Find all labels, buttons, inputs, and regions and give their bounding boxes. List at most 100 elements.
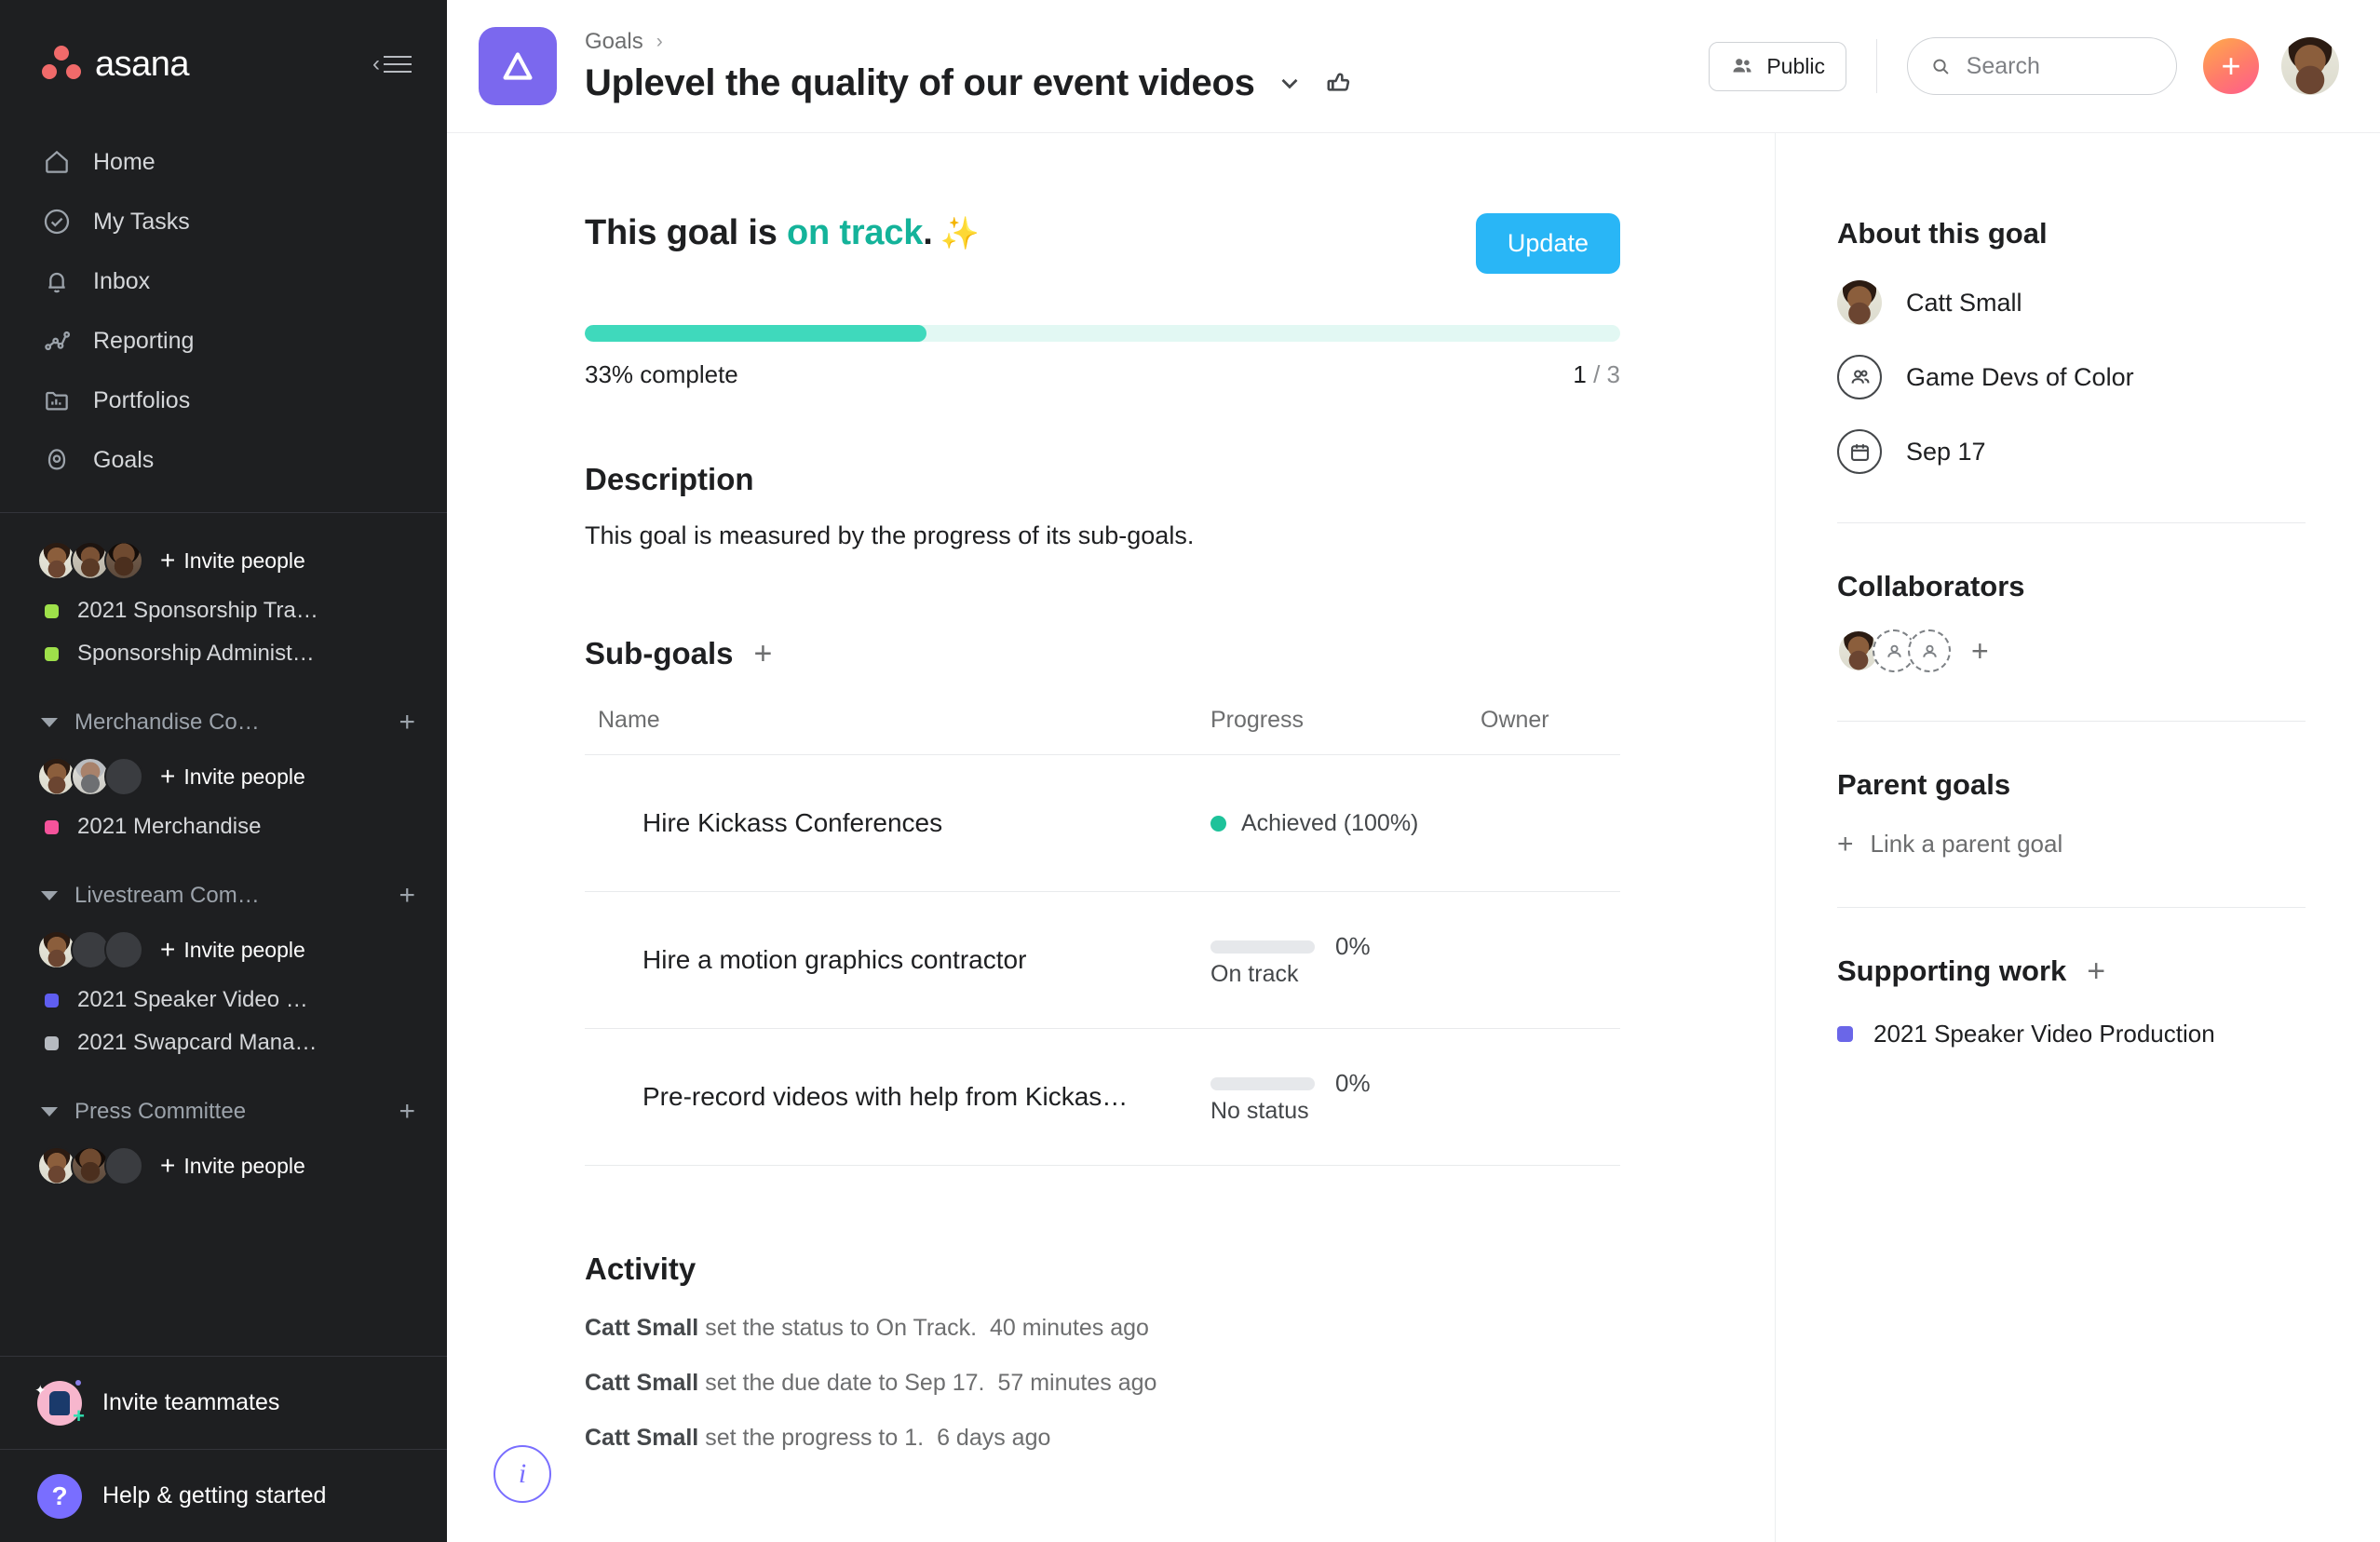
sidebar-project-sponsorship-administration[interactable]: Sponsorship Administ… bbox=[0, 632, 447, 675]
progress-track bbox=[585, 325, 1620, 342]
breadcrumb-separator-icon: › bbox=[656, 30, 663, 52]
sidebar-item-home[interactable]: Home bbox=[0, 132, 447, 192]
invite-teammates-label: Invite teammates bbox=[102, 1389, 280, 1415]
collapse-sidebar-button[interactable]: ‹ bbox=[372, 53, 412, 75]
table-row[interactable]: Hire a motion graphics contractor 0% On … bbox=[585, 892, 1620, 1029]
sidebar-item-reporting[interactable]: Reporting bbox=[0, 311, 447, 371]
invite-people-button[interactable]: + Invite people bbox=[160, 937, 305, 963]
title-line: Uplevel the quality of our event videos bbox=[585, 62, 1709, 104]
sidebar-item-goals[interactable]: Goals bbox=[0, 430, 447, 490]
team-icon bbox=[1837, 355, 1882, 399]
invite-people-button[interactable]: + Invite people bbox=[160, 548, 305, 574]
table-row[interactable]: Hire Kickass Conferences Achieved (100%) bbox=[585, 755, 1620, 892]
invite-people-button[interactable]: + Invite people bbox=[160, 764, 305, 790]
calendar-icon bbox=[1837, 429, 1882, 474]
bell-icon bbox=[41, 265, 73, 297]
create-button[interactable]: + bbox=[2203, 38, 2259, 94]
sidebar-item-label: Home bbox=[93, 148, 156, 175]
top-bar-actions: Public + bbox=[1709, 37, 2339, 95]
avatar-placeholder[interactable] bbox=[1908, 629, 1951, 672]
project-color-dot bbox=[45, 819, 59, 834]
about-this-goal-title: About this goal bbox=[1837, 217, 2048, 250]
collaborators-title: Collaborators bbox=[1837, 570, 2025, 602]
invite-people-label: Invite people bbox=[183, 937, 305, 962]
sidebar-team-press-committee[interactable]: Press Committee + bbox=[0, 1085, 447, 1137]
project-color-dot bbox=[45, 1035, 59, 1050]
subgoal-name: Hire a motion graphics contractor bbox=[642, 945, 1027, 974]
table-row[interactable]: Pre-record videos with help from Kickas…… bbox=[585, 1029, 1620, 1166]
invite-people-row[interactable]: + Invite people bbox=[0, 748, 447, 805]
collaborators-section: Collaborators + bbox=[1837, 570, 2306, 672]
supporting-work-item[interactable]: 2021 Speaker Video Production bbox=[1837, 1020, 2306, 1048]
sidebar-item-my-tasks[interactable]: My Tasks bbox=[0, 192, 447, 251]
sidebar-item-portfolios[interactable]: Portfolios bbox=[0, 371, 447, 430]
asana-logo[interactable]: asana bbox=[41, 44, 190, 85]
sidebar-team-livestream-committee[interactable]: Livestream Com… + bbox=[0, 869, 447, 921]
goal-details-panel: About this goal Catt Small Game Devs of … bbox=[1775, 133, 2380, 1542]
goal-detail-content: This goal is on track. ✨ Update 33% compl… bbox=[447, 133, 1695, 1452]
subgoals-title: Sub-goals bbox=[585, 636, 734, 670]
add-project-icon[interactable]: + bbox=[399, 882, 415, 910]
sparkles-icon: ✨ bbox=[940, 216, 980, 251]
goal-team-row[interactable]: Game Devs of Color bbox=[1837, 355, 2306, 399]
avatar-placeholder bbox=[104, 1146, 143, 1185]
chevron-down-icon[interactable] bbox=[1276, 69, 1304, 97]
caret-down-icon bbox=[41, 718, 58, 727]
update-button[interactable]: Update bbox=[1475, 213, 1620, 274]
sidebar-header: asana ‹ bbox=[0, 0, 447, 128]
sidebar-item-inbox[interactable]: Inbox bbox=[0, 251, 447, 311]
thumbs-up-icon[interactable] bbox=[1324, 68, 1354, 98]
sidebar-item-label: Inbox bbox=[93, 267, 151, 294]
goal-owner-name: Catt Small bbox=[1906, 288, 2022, 317]
title-block: Goals › Uplevel the quality of our event… bbox=[585, 29, 1709, 104]
sidebar-project-2021-sponsorship-tracking[interactable]: 2021 Sponsorship Tra… bbox=[0, 589, 447, 632]
activity-entry: Catt Small set the progress to 1. 6 days … bbox=[585, 1425, 1620, 1452]
project-color-dot bbox=[45, 646, 59, 661]
invite-teammates-button[interactable]: ✦ + Invite teammates bbox=[0, 1356, 447, 1449]
toolbar-divider bbox=[1876, 39, 1877, 93]
info-icon[interactable]: i bbox=[494, 1445, 551, 1503]
link-parent-goal-button[interactable]: + Link a parent goal bbox=[1837, 830, 2306, 859]
main-area: Goals › Uplevel the quality of our event… bbox=[447, 0, 2380, 1542]
breadcrumb-goals-link[interactable]: Goals bbox=[585, 29, 643, 55]
search-input[interactable] bbox=[1966, 52, 2154, 80]
invite-people-row[interactable]: + Invite people bbox=[0, 532, 447, 589]
subgoal-status-text: On track bbox=[1210, 961, 1299, 987]
goal-owner-row[interactable]: Catt Small bbox=[1837, 280, 2306, 325]
progress-numerator: 1 bbox=[1573, 360, 1587, 388]
activity-actor: Catt Small bbox=[585, 1315, 699, 1341]
add-project-icon[interactable]: + bbox=[399, 1098, 415, 1126]
body-area: This goal is on track. ✨ Update 33% compl… bbox=[447, 133, 2380, 1542]
sidebar-item-label: Goals bbox=[93, 446, 155, 473]
invite-people-row[interactable]: + Invite people bbox=[0, 1137, 447, 1195]
top-bar: Goals › Uplevel the quality of our event… bbox=[447, 0, 2380, 133]
help-button[interactable]: ? Help & getting started bbox=[0, 1449, 447, 1542]
add-subgoal-icon[interactable]: + bbox=[754, 638, 773, 670]
description-text[interactable]: This goal is measured by the progress of… bbox=[585, 521, 1620, 550]
sidebar-team-merchandise-committee[interactable]: Merchandise Co… + bbox=[0, 696, 447, 748]
profile-avatar[interactable] bbox=[2281, 37, 2339, 95]
privacy-badge[interactable]: Public bbox=[1709, 41, 1846, 91]
team-name: Merchandise Co… bbox=[74, 710, 260, 735]
progress-separator: / bbox=[1586, 360, 1607, 388]
project-color-dot bbox=[45, 993, 59, 1008]
plus-icon: + bbox=[160, 762, 176, 791]
invite-people-row[interactable]: + Invite people bbox=[0, 921, 447, 979]
sidebar-project-2021-speaker-video[interactable]: 2021 Speaker Video … bbox=[0, 979, 447, 1021]
invite-teammates-icon: ✦ + bbox=[34, 1379, 85, 1426]
invite-people-button[interactable]: + Invite people bbox=[160, 1153, 305, 1179]
sidebar-project-2021-merchandise[interactable]: 2021 Merchandise bbox=[0, 805, 447, 848]
add-collaborator-icon[interactable]: + bbox=[1971, 636, 1989, 666]
help-label: Help & getting started bbox=[102, 1482, 327, 1508]
link-parent-goal-label: Link a parent goal bbox=[1870, 830, 2063, 858]
sidebar-project-2021-swapcard-management[interactable]: 2021 Swapcard Mana… bbox=[0, 1021, 447, 1064]
add-project-icon[interactable]: + bbox=[399, 709, 415, 737]
goal-status-headline: This goal is on track. ✨ bbox=[585, 213, 980, 253]
avatar-placeholder bbox=[104, 757, 143, 796]
add-supporting-work-icon[interactable]: + bbox=[2087, 955, 2105, 987]
subgoal-status-text: No status bbox=[1210, 1098, 1309, 1124]
subgoals-table-header: Name Progress Owner bbox=[585, 707, 1620, 755]
search-box[interactable] bbox=[1907, 37, 2177, 95]
avatar-placeholder bbox=[104, 930, 143, 969]
goal-due-date-row[interactable]: Sep 17 bbox=[1837, 429, 2306, 474]
